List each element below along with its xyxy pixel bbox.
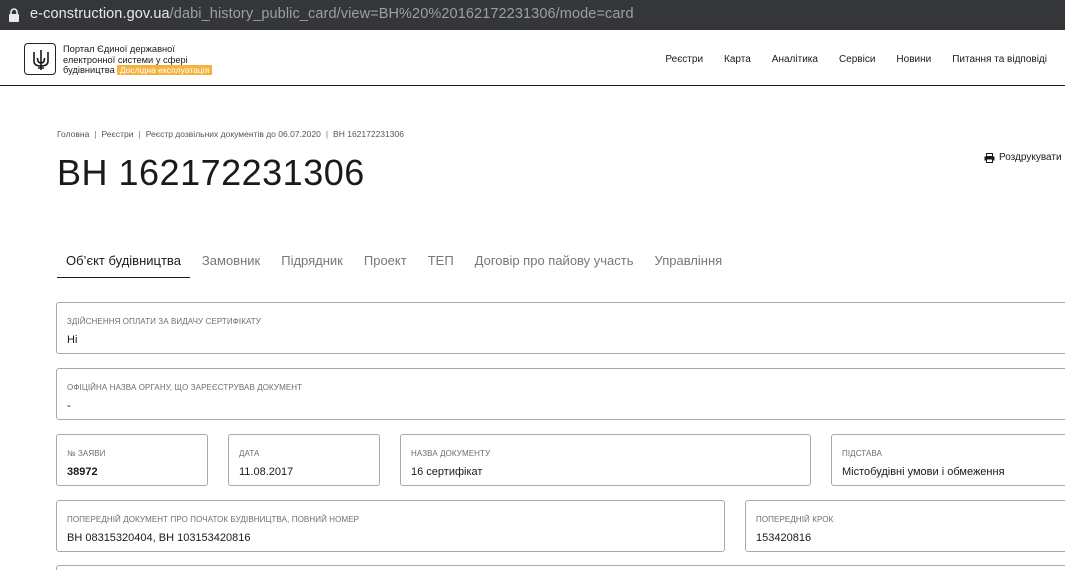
previous-step-field: Попередній крок 153420816 [745,500,1065,552]
field-label: № заяви [67,449,106,458]
breadcrumb-current: ВН 162172231306 [333,129,404,139]
payment-field: Здійснення оплати за видачу сертифікату … [56,302,1065,354]
print-label: Роздрукувати [999,152,1062,163]
portal-name-line3: будівництва [63,65,115,75]
application-number-field: № заяви 38972 [56,434,208,486]
field-value: 153420816 [756,532,812,544]
field-value: - [67,400,71,412]
field-label: Офіційна назва органу, що зареєстрував д… [67,383,303,392]
breadcrumb-separator: | [138,129,141,139]
field-label: Підстава [842,449,883,458]
nav-map[interactable]: Карта [724,54,751,65]
tab-construction-object[interactable]: Об’єкт будівництва [57,253,190,278]
document-name-field: Назва документу 16 сертифікат [400,434,811,486]
tab-contractor[interactable]: Підрядник [272,253,352,278]
breadcrumb-registers[interactable]: Реєстри [102,129,134,139]
field-value: 38972 [67,466,98,478]
nav-registers[interactable]: Реєстри [665,54,703,65]
trident-logo[interactable] [24,43,56,75]
field-value: ВН 08315320404, ВН 103153420816 [67,532,251,544]
breadcrumb: Головна | Реєстри | Реєстр дозвільних докуме… [57,129,404,139]
field-value: Ні [67,334,78,346]
trident-icon [33,50,49,70]
field-label: Попередній документ про початок будівниц… [67,515,360,524]
site-header: Портал Єдиної державної електронної сист… [0,30,1065,86]
url-text[interactable]: e-construction.gov.ua/dabi_history_publi… [30,6,634,22]
printer-icon [984,152,995,163]
field-label: Назва документу [411,449,491,458]
portal-name-line2: електронної системи у сфері [63,54,188,65]
nav-news[interactable]: Новини [896,54,931,65]
tab-project[interactable]: Проект [355,253,416,278]
page-title: ВН 162172231306 [57,152,365,193]
nav-services[interactable]: Сервіси [839,54,875,65]
field-label: Здійснення оплати за видачу сертифікату [67,317,261,326]
field-value: 16 сертифікат [411,466,483,478]
portal-name-line1: Портал Єдиної державної [63,44,175,54]
print-button[interactable]: Роздрукувати [984,152,1062,163]
breadcrumb-registry[interactable]: Реєстр дозвільних документів до 06.07.20… [146,129,321,139]
main-nav: Реєстри Карта Аналітика Сервіси Новини П… [644,54,1047,65]
breadcrumb-separator: | [325,129,329,139]
next-field-card [56,565,1065,570]
date-field: Дата 11.08.2017 [228,434,380,486]
tab-tep[interactable]: ТЕП [419,253,463,278]
portal-name[interactable]: Портал Єдиної державної електронної сист… [63,44,233,76]
authority-field: Офіційна назва органу, що зареєстрував д… [56,368,1065,420]
url-path: /dabi_history_public_card/view=BH%20%201… [169,6,634,22]
field-value: Містобудівні умови і обмеження [842,466,1005,478]
browser-url-bar[interactable]: e-construction.gov.ua/dabi_history_publi… [0,0,1065,30]
pilot-badge: Дослідна експлуатація [116,65,213,75]
lock-icon [9,8,19,22]
tab-customer[interactable]: Замовник [193,253,269,278]
field-label: Попередній крок [756,515,834,524]
tab-bar: Об’єкт будівництва Замовник Підрядник Пр… [57,253,734,278]
breadcrumb-home[interactable]: Головна [57,129,89,139]
field-label: Дата [239,449,260,458]
tab-share-agreement[interactable]: Договір про пайову участь [466,253,643,278]
field-value: 11.08.2017 [239,466,294,478]
url-host: e-construction.gov.ua [30,6,170,22]
nav-analytics[interactable]: Аналітика [772,54,818,65]
basis-field: Підстава Містобудівні умови і обмеження [831,434,1065,486]
tab-management[interactable]: Управління [646,253,732,278]
breadcrumb-separator: | [94,129,97,139]
nav-faq[interactable]: Питання та відповіді [952,54,1047,65]
previous-document-field: Попередній документ про початок будівниц… [56,500,725,552]
